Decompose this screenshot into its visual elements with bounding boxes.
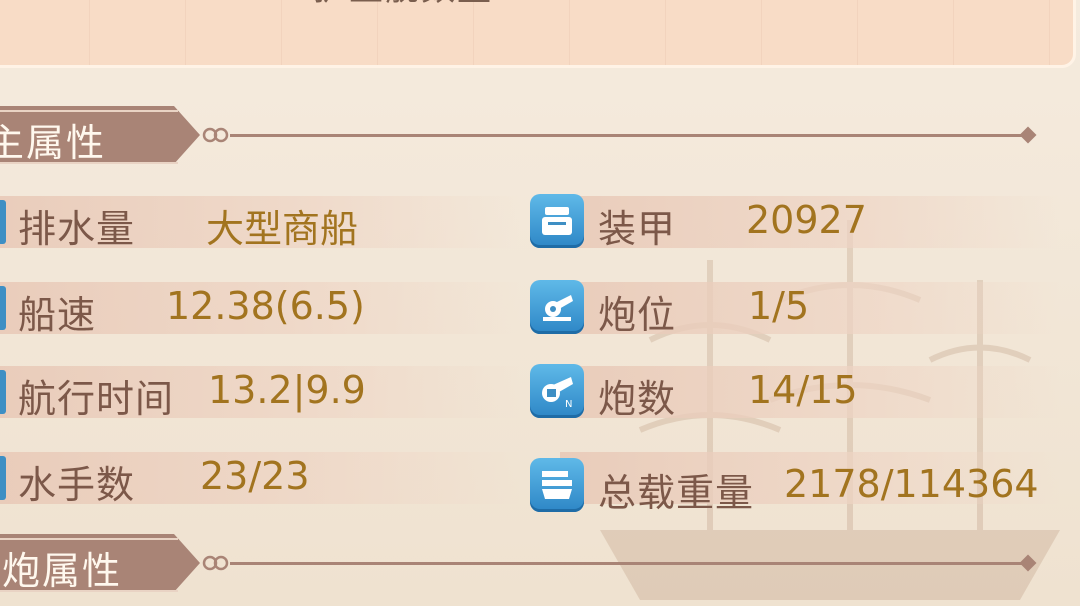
sailors-label: 水手数 [18, 463, 136, 507]
knot-ornament-icon [202, 127, 229, 143]
svg-text:N: N [565, 399, 572, 410]
ship-speed-label: 船速 [18, 293, 97, 337]
armor-label: 装甲 [598, 207, 677, 251]
cannon-attributes-header: 炮属性 [0, 534, 1060, 593]
cannon-slot-icon [530, 280, 584, 334]
line-end-diamond [1019, 126, 1037, 144]
total-load-label: 总载重量 [598, 471, 755, 515]
cannon-count-icon: N [530, 364, 584, 418]
armor-icon [530, 194, 584, 248]
main-attributes-title: 主属性 [0, 121, 107, 165]
sailing-time-label: 航行时间 [18, 377, 175, 421]
cannon-count-value: 14/15 [748, 368, 858, 412]
sailing-time-value: 13.2|9.9 [208, 368, 366, 412]
top-info-panel: 护卫舰数量 4 [0, 0, 1076, 68]
cannon-attributes-title: 炮属性 [2, 549, 123, 593]
escort-count-value: 4 [541, 0, 563, 1]
displacement-label: 排水量 [18, 207, 136, 251]
escort-count-label: 护卫舰数量 [313, 0, 493, 10]
displacement-value: 大型商船 [206, 207, 359, 251]
cannon-count-label: 炮数 [598, 377, 677, 421]
armor-value: 20927 [746, 198, 867, 242]
ship-attributes-panel: 护卫舰数量 4 主属性 排水量 大型商船 船速 12.38(6.5) 航行时间 … [0, 0, 1080, 606]
sailors-value: 23/23 [200, 454, 310, 498]
main-attributes-header: 主属性 [0, 106, 1060, 165]
cannon-slots-label: 炮位 [598, 293, 677, 337]
cannon-slots-value: 1/5 [748, 284, 810, 328]
knot-ornament-icon [202, 555, 229, 571]
total-load-value: 2178/114364 [784, 462, 1039, 506]
cargo-weight-icon [530, 458, 584, 512]
line-end-diamond [1019, 554, 1037, 572]
ship-speed-value: 12.38(6.5) [166, 284, 365, 328]
